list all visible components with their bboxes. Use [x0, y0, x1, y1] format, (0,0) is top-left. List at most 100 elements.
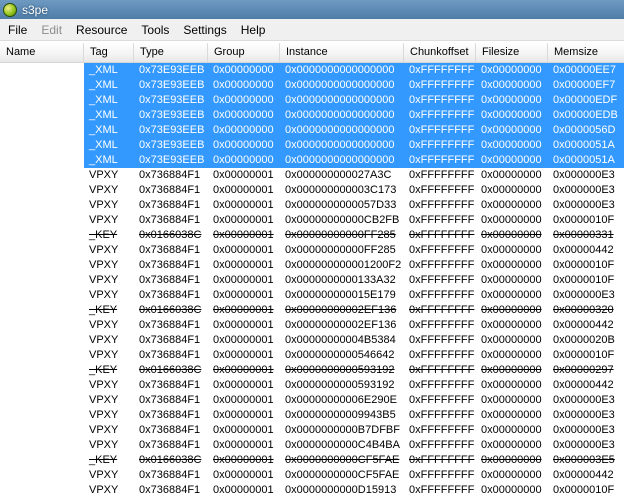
cell-group: 0x00000001: [213, 379, 274, 391]
table-row[interactable]: VPXY 0x736884F1 0x00000001 0x0000000000133A…: [0, 273, 624, 288]
cell-instance: 0x0000000000000000: [285, 79, 395, 91]
window-title: s3pe: [22, 2, 49, 17]
menu-help[interactable]: Help: [234, 19, 273, 41]
table-row[interactable]: VPXY 0x736884F1 0x00000001 0x000000000003C1…: [0, 183, 624, 198]
cell-tag: VPXY: [89, 259, 119, 271]
table-row[interactable]: VPXY 0x736884F1 0x00000001 0x00000000004B53…: [0, 333, 624, 348]
cell-chunkoffset: 0xFFFFFFFF: [409, 304, 475, 316]
column-header-chunkoffset[interactable]: Chunkoffset: [404, 43, 476, 62]
table-row[interactable]: VPXY 0x736884F1 0x00000001 0x0000000000D159…: [0, 483, 624, 498]
cell-type: 0x736884F1: [139, 214, 201, 226]
cell-instance: 0x00000000002EF136: [285, 319, 397, 331]
table-row[interactable]: VPXY 0x736884F1 0x00000001 0x00000000000CB2…: [0, 213, 624, 228]
column-header-type[interactable]: Type: [134, 43, 208, 62]
cell-group: 0x00000000: [213, 124, 274, 136]
table-row[interactable]: VPXY 0x736884F1 0x00000001 0x0000000000CF5F…: [0, 468, 624, 483]
cell-type: 0x73E93EEB: [139, 64, 205, 76]
cell-type: 0x736884F1: [139, 439, 201, 451]
column-header-memsize[interactable]: Memsize: [548, 43, 624, 62]
cell-memsize: 0x00000EE7: [553, 64, 616, 76]
cell-filesize: 0x00000000: [481, 124, 542, 136]
menu-tools[interactable]: Tools: [134, 19, 176, 41]
table-row[interactable]: VPXY 0x736884F1 0x00000001 0x00000000006E29…: [0, 393, 624, 408]
cell-type: 0x736884F1: [139, 244, 201, 256]
cell-name: [0, 228, 84, 243]
table-row[interactable]: VPXY 0x736884F1 0x00000001 0x00000000009943…: [0, 408, 624, 423]
column-header-tag[interactable]: Tag: [84, 43, 134, 62]
cell-memsize: 0x000000E3: [553, 394, 615, 406]
cell-name: [0, 258, 84, 273]
cell-name: [0, 213, 84, 228]
cell-tag: _XML: [89, 64, 118, 76]
cell-instance: 0x0000000000057D33: [285, 199, 397, 211]
table-row[interactable]: _XML 0x73E93EEB 0x00000000 0x00000000000000…: [0, 108, 624, 123]
cell-chunkoffset: 0xFFFFFFFF: [409, 139, 475, 151]
table-row[interactable]: VPXY 0x736884F1 0x00000001 0x000000000015E1…: [0, 288, 624, 303]
cell-chunkoffset: 0xFFFFFFFF: [409, 454, 475, 466]
table-row[interactable]: _KEY 0x0166038C 0x00000001 0x00000000002EF1…: [0, 303, 624, 318]
cell-tag: VPXY: [89, 319, 119, 331]
table-row[interactable]: _KEY 0x0166038C 0x00000001 0x00000000005931…: [0, 363, 624, 378]
table-row[interactable]: VPXY 0x736884F1 0x00000001 0x0000000000B7DF…: [0, 423, 624, 438]
cell-name: [0, 453, 84, 468]
cell-name: [0, 108, 84, 123]
menu-settings[interactable]: Settings: [176, 19, 233, 41]
table-row[interactable]: _XML 0x73E93EEB 0x00000000 0x00000000000000…: [0, 93, 624, 108]
cell-group: 0x00000001: [213, 469, 274, 481]
cell-filesize: 0x00000000: [481, 349, 542, 361]
cell-chunkoffset: 0xFFFFFFFF: [409, 154, 475, 166]
cell-memsize: 0x000000E3: [553, 184, 615, 196]
table-row[interactable]: VPXY 0x736884F1 0x00000001 0x000000000027A3…: [0, 168, 624, 183]
cell-group: 0x00000001: [213, 409, 274, 421]
table-row[interactable]: VPXY 0x736884F1 0x00000001 0x00000000002EF1…: [0, 318, 624, 333]
table-row[interactable]: _XML 0x73E93EEB 0x00000000 0x00000000000000…: [0, 153, 624, 168]
cell-group: 0x00000001: [213, 424, 274, 436]
resource-grid[interactable]: Name Tag Type Group Instance Chunkoffset…: [0, 43, 624, 500]
menu-resource[interactable]: Resource: [69, 19, 134, 41]
cell-memsize: 0x00000EDF: [553, 94, 618, 106]
table-row[interactable]: VPXY 0x736884F1 0x00000001 0x00000000005931…: [0, 378, 624, 393]
table-row[interactable]: _KEY 0x0166038C 0x00000001 0x00000000000FF2…: [0, 228, 624, 243]
app-globe-icon[interactable]: [3, 2, 17, 17]
cell-tag: _XML: [89, 124, 118, 136]
cell-memsize: 0x00000442: [553, 379, 614, 391]
table-row[interactable]: _XML 0x73E93EEB 0x00000000 0x00000000000000…: [0, 63, 624, 78]
menu-file[interactable]: File: [0, 19, 34, 41]
cell-instance: 0x0000000000CF5FAE: [285, 469, 400, 481]
cell-group: 0x00000000: [213, 154, 274, 166]
table-row[interactable]: _XML 0x73E93EEB 0x00000000 0x00000000000000…: [0, 78, 624, 93]
column-header-group[interactable]: Group: [208, 43, 280, 62]
cell-filesize: 0x00000000: [481, 244, 542, 256]
cell-group: 0x00000001: [213, 244, 274, 256]
cell-group: 0x00000001: [213, 439, 274, 451]
column-header-filesize[interactable]: Filesize: [476, 43, 548, 62]
column-header-name[interactable]: Name: [0, 43, 84, 62]
cell-filesize: 0x00000000: [481, 469, 542, 481]
table-row[interactable]: VPXY 0x736884F1 0x00000001 0x00000000000FF2…: [0, 243, 624, 258]
table-row[interactable]: _XML 0x73E93EEB 0x00000000 0x00000000000000…: [0, 138, 624, 153]
cell-name: [0, 138, 84, 153]
cell-group: 0x00000001: [213, 394, 274, 406]
cell-filesize: 0x00000000: [481, 214, 542, 226]
cell-chunkoffset: 0xFFFFFFFF: [409, 409, 475, 421]
cell-chunkoffset: 0xFFFFFFFF: [409, 334, 475, 346]
cell-filesize: 0x00000000: [481, 154, 542, 166]
table-row[interactable]: _XML 0x73E93EEB 0x00000000 0x00000000000000…: [0, 123, 624, 138]
cell-type: 0x736884F1: [139, 334, 201, 346]
cell-name: [0, 183, 84, 198]
cell-group: 0x00000001: [213, 169, 274, 181]
table-row[interactable]: VPXY 0x736884F1 0x00000001 0x00000000000120…: [0, 258, 624, 273]
table-row[interactable]: VPXY 0x736884F1 0x00000001 0x0000000000057D…: [0, 198, 624, 213]
cell-instance: 0x00000000009943B5: [285, 409, 396, 421]
cell-type: 0x0166038C: [139, 229, 202, 241]
cell-memsize: 0x0000010F: [553, 484, 615, 496]
cell-type: 0x736884F1: [139, 409, 201, 421]
column-header-instance[interactable]: Instance: [280, 43, 404, 62]
table-row[interactable]: _KEY 0x0166038C 0x00000001 0x0000000000CF5F…: [0, 453, 624, 468]
cell-tag: _KEY: [89, 364, 118, 376]
cell-tag: VPXY: [89, 349, 119, 361]
table-row[interactable]: VPXY 0x736884F1 0x00000001 0x00000000005466…: [0, 348, 624, 363]
table-row[interactable]: VPXY 0x736884F1 0x00000001 0x0000000000C4B4…: [0, 438, 624, 453]
cell-memsize: 0x000000E3: [553, 409, 615, 421]
cell-chunkoffset: 0xFFFFFFFF: [409, 94, 475, 106]
